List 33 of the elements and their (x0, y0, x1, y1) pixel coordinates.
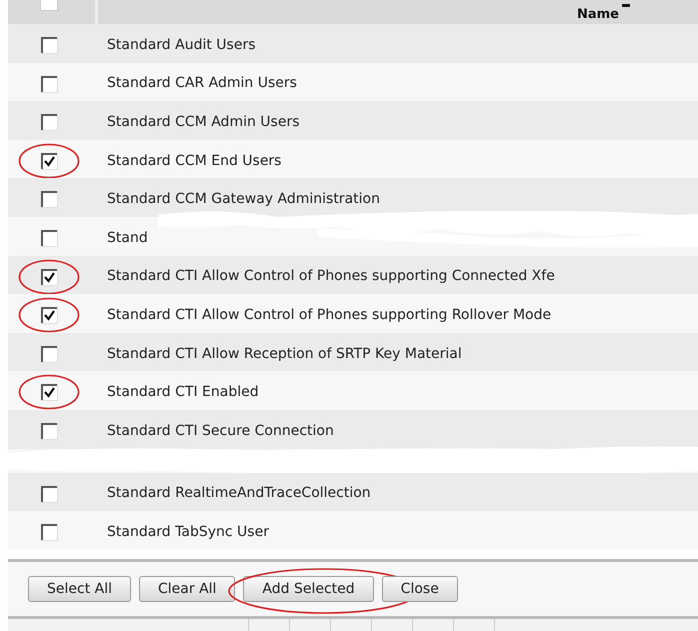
checkbox[interactable] (41, 384, 58, 402)
sort-icon (622, 4, 630, 8)
group-name: Standard TabSync User (107, 524, 269, 540)
header-checkbox[interactable] (40, 0, 58, 11)
checkbox[interactable] (41, 524, 58, 542)
checkbox[interactable] (41, 268, 58, 286)
checkbox[interactable] (41, 152, 58, 170)
dialog-button[interactable]: Clear All (139, 576, 236, 602)
group-name: Standard CTI Allow Control of Phones supporting Connected Xfe (107, 268, 555, 284)
dialog-button[interactable]: Add Selected (243, 576, 374, 602)
checkbox[interactable] (41, 486, 58, 503)
dialog-button[interactable]: Select All (28, 576, 131, 602)
column-header[interactable]: Name (576, 7, 619, 22)
group-name: Standard CTI Allow Reception of SRTP Key Material (107, 346, 462, 362)
checkbox[interactable] (41, 422, 58, 440)
group-name: Standard CTI Allow Control of Phones supporting Rollover Mode (107, 306, 552, 323)
dialog-button[interactable]: Close (382, 576, 458, 602)
group-name: Stand (107, 230, 148, 246)
group-name: Standard CAR Admin Users (107, 75, 297, 92)
group-name: Standard CCM End Users (107, 152, 282, 169)
group-name: Standard RealtimeAndTraceCollection (107, 485, 371, 502)
checkbox[interactable] (41, 307, 58, 324)
checkbox[interactable] (41, 76, 58, 93)
group-name: Standard CTI Enabled (107, 384, 259, 400)
checkbox[interactable] (41, 230, 58, 247)
checkbox[interactable] (41, 114, 58, 132)
group-name: Standard CCM Gateway Administration (107, 191, 380, 208)
group-name: Standard CCM Admin Users (107, 114, 300, 130)
checkbox[interactable] (41, 346, 58, 363)
group-name: Standard CTI Secure Connection (107, 422, 334, 439)
checkbox[interactable] (41, 191, 58, 208)
checkbox[interactable] (41, 37, 58, 54)
group-name: Standard Audit Users (107, 36, 256, 53)
